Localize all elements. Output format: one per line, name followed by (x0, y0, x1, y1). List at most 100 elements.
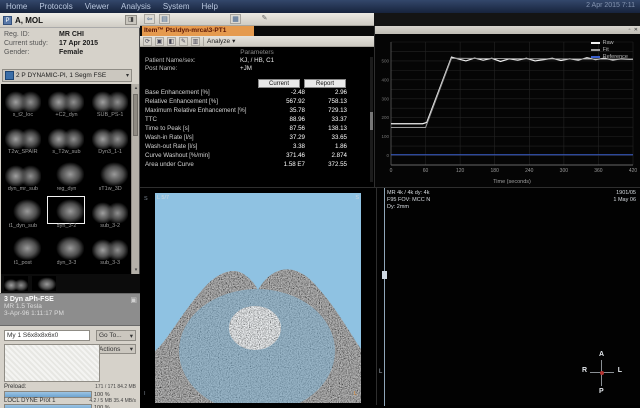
table-row: Wash-out Rate [l/s]3.381.86 (140, 142, 374, 151)
grid-icon[interactable]: ▣ (155, 37, 164, 46)
selected-series-info: 3 Dyn aPh-FSE MR 1.5 Tesla 3-Apr-96 1:11… (0, 293, 140, 326)
series-thumbnail[interactable] (5, 123, 41, 149)
goto-dropdown[interactable]: Go To... ▾ (96, 330, 136, 341)
patient-field-value: MR CHI (59, 31, 84, 38)
patient-field-label: Gender: (4, 49, 59, 56)
thumbnail-cell[interactable]: dyn_3-2 (45, 197, 89, 234)
preload-progressbar (4, 391, 92, 398)
chart-legend: RawFitReference (591, 40, 628, 60)
series-thumbnail[interactable] (92, 197, 128, 223)
status-datetime: 2 Apr 2015 7:11 (586, 2, 635, 9)
series-thumbnail[interactable] (5, 86, 41, 112)
menu-item-help[interactable]: Help (201, 2, 217, 11)
dicom-overlay-left: MR 4k / 4k dy: 4kF95 FOV: MCC NDy: 2mm (387, 190, 430, 211)
series-thumbnail[interactable] (48, 123, 84, 149)
thumbnail-cell[interactable]: T2w_SPAIR (1, 123, 45, 160)
scroll-up-icon[interactable]: ▴ (132, 84, 140, 92)
mri-image[interactable]: L 5/7 S L (155, 193, 361, 403)
series-selector[interactable]: 2 P DYNAMIC-PI, 1 Segm FSE ▾ (2, 69, 132, 82)
toolbar-separator (203, 37, 204, 46)
thumbnail-label: SUB_PS-1 (97, 112, 124, 118)
compass-anterior: A (599, 351, 604, 358)
menu-item-protocols[interactable]: Protocols (39, 2, 72, 11)
table-icon[interactable]: ▥ (191, 37, 200, 46)
series-thumbnail[interactable] (5, 197, 41, 223)
parameters-scrollbar-thumb[interactable] (370, 112, 373, 130)
actions-dropdown[interactable]: Actions ▾ (96, 344, 136, 354)
refresh-icon[interactable]: ⟳ (143, 37, 152, 46)
svg-text:200: 200 (381, 115, 389, 120)
back-icon[interactable]: ⇦ (144, 14, 155, 24)
parameters-title: Parameters (140, 49, 374, 56)
workspace-icon[interactable]: ▦ (230, 14, 241, 24)
main-toolbar: ⇦ ▤ ▦ ✎ (140, 13, 374, 26)
thumbnail-label: +C2_dyn (55, 112, 77, 118)
scroll-down-icon[interactable]: ▾ (132, 266, 140, 274)
series-thumbnail[interactable] (5, 160, 41, 186)
series-thumbnail[interactable] (48, 160, 84, 186)
param-label: TTC (145, 115, 263, 124)
thumbnail-label: T2w_SPAIR (8, 149, 38, 155)
reference-line-marker[interactable] (382, 271, 387, 279)
table-row: Base Enhancement [%]-2.482.96 (140, 88, 374, 97)
series-thumbnail[interactable] (92, 86, 128, 112)
menu-item-viewer[interactable]: Viewer (85, 2, 109, 11)
mini-thumbnail-strip (1, 274, 140, 293)
goto-label: Go To... (99, 332, 122, 339)
param-report-value: 33.37 (305, 115, 347, 124)
enhancement-chart-panel: ▫ ✕ 010020030040050006012018024030036042… (374, 26, 640, 187)
series-thumbnail[interactable] (92, 234, 128, 260)
series-thumbnail[interactable] (92, 160, 128, 186)
mini-thumbnail[interactable] (4, 276, 28, 291)
thumbnail-cell[interactable]: sT1w_3D (88, 160, 132, 197)
path-bar: Item™ Pts\dyn-mrca\3-PT1 (140, 26, 374, 36)
analyze-dropdown[interactable]: Analyze ▾ (207, 37, 235, 45)
thumbnail-cell[interactable]: s_t2_loc (1, 86, 45, 123)
svg-text:400: 400 (381, 77, 389, 82)
column-header-report[interactable]: Report (304, 79, 346, 88)
series-thumbnail[interactable] (5, 234, 41, 260)
thumbnail-cell[interactable]: SUB_PS-1 (88, 86, 132, 123)
window-control-icons[interactable]: ▫ ✕ (629, 27, 639, 33)
patient-field-label: Current study: (4, 40, 59, 47)
thumbnail-cell[interactable]: +C2_dyn (45, 86, 89, 123)
pencil-icon[interactable]: ✎ (259, 14, 270, 24)
thumbnail-cell[interactable]: t1_dyn_sub (1, 197, 45, 234)
column-header-current[interactable]: Current (258, 79, 300, 88)
menu-item-analysis[interactable]: Analysis (121, 2, 151, 11)
dataset-path[interactable]: Item™ Pts\dyn-mrca\3-PT1 (142, 26, 254, 36)
series-thumbnail[interactable] (48, 234, 84, 260)
compass-center-dot (600, 371, 604, 375)
mri-viewport[interactable]: S I (140, 187, 376, 405)
reference-line[interactable] (384, 188, 385, 406)
menu-item-home[interactable]: Home (6, 2, 27, 11)
thumbnail-label: sub_3-3 (100, 260, 120, 266)
parameters-scrollbar[interactable] (370, 57, 373, 182)
layout-icon[interactable]: ▤ (159, 14, 170, 24)
thumbnail-cell[interactable]: s_T2w_sub (45, 123, 89, 160)
series-thumbnail[interactable] (92, 123, 128, 149)
series-thumbnail-selected[interactable] (48, 197, 84, 223)
thumbnail-cell[interactable]: Dyn3_1-1 (88, 123, 132, 160)
thumbnail-cell[interactable]: dyn_mr_sub (1, 160, 45, 197)
orientation-label-inferior: I (144, 391, 146, 397)
thumbnail-cell[interactable]: dyn_3-3 (45, 234, 89, 271)
preset-input[interactable]: My 1 S6x8x8x6x0 (4, 330, 90, 341)
collapse-button[interactable]: ◨ (125, 15, 137, 25)
thumbnail-cell[interactable]: reg_dyn (45, 160, 89, 197)
series-thumbnail[interactable] (48, 86, 84, 112)
split-icon[interactable]: ◧ (167, 37, 176, 46)
series-thumbnail-grid: s_t2_loc +C2_dyn SUB_PS-1 T2w_SPAIR s_T2w_su… (1, 84, 132, 274)
thumbnail-cell[interactable]: sub_3-2 (88, 197, 132, 234)
secondary-viewport[interactable]: MR 4k / 4k dy: 4kF95 FOV: MCC NDy: 2mm 1… (376, 187, 640, 405)
scrollbar-thumb[interactable] (133, 94, 138, 136)
mini-thumbnail[interactable] (32, 276, 56, 291)
menu-bar: Home Protocols Viewer Analysis System Help 2 … (0, 0, 640, 13)
worklist-box[interactable] (4, 344, 100, 382)
legend-item: Raw (591, 40, 628, 46)
thumbnail-scrollbar[interactable]: ▴ ▾ (131, 84, 139, 274)
menu-item-system[interactable]: System (163, 2, 190, 11)
thumbnail-cell[interactable]: sub_3-3 (88, 234, 132, 271)
thumbnail-cell[interactable]: t1_post (1, 234, 45, 271)
annotate-icon[interactable]: ✎ (179, 37, 188, 46)
